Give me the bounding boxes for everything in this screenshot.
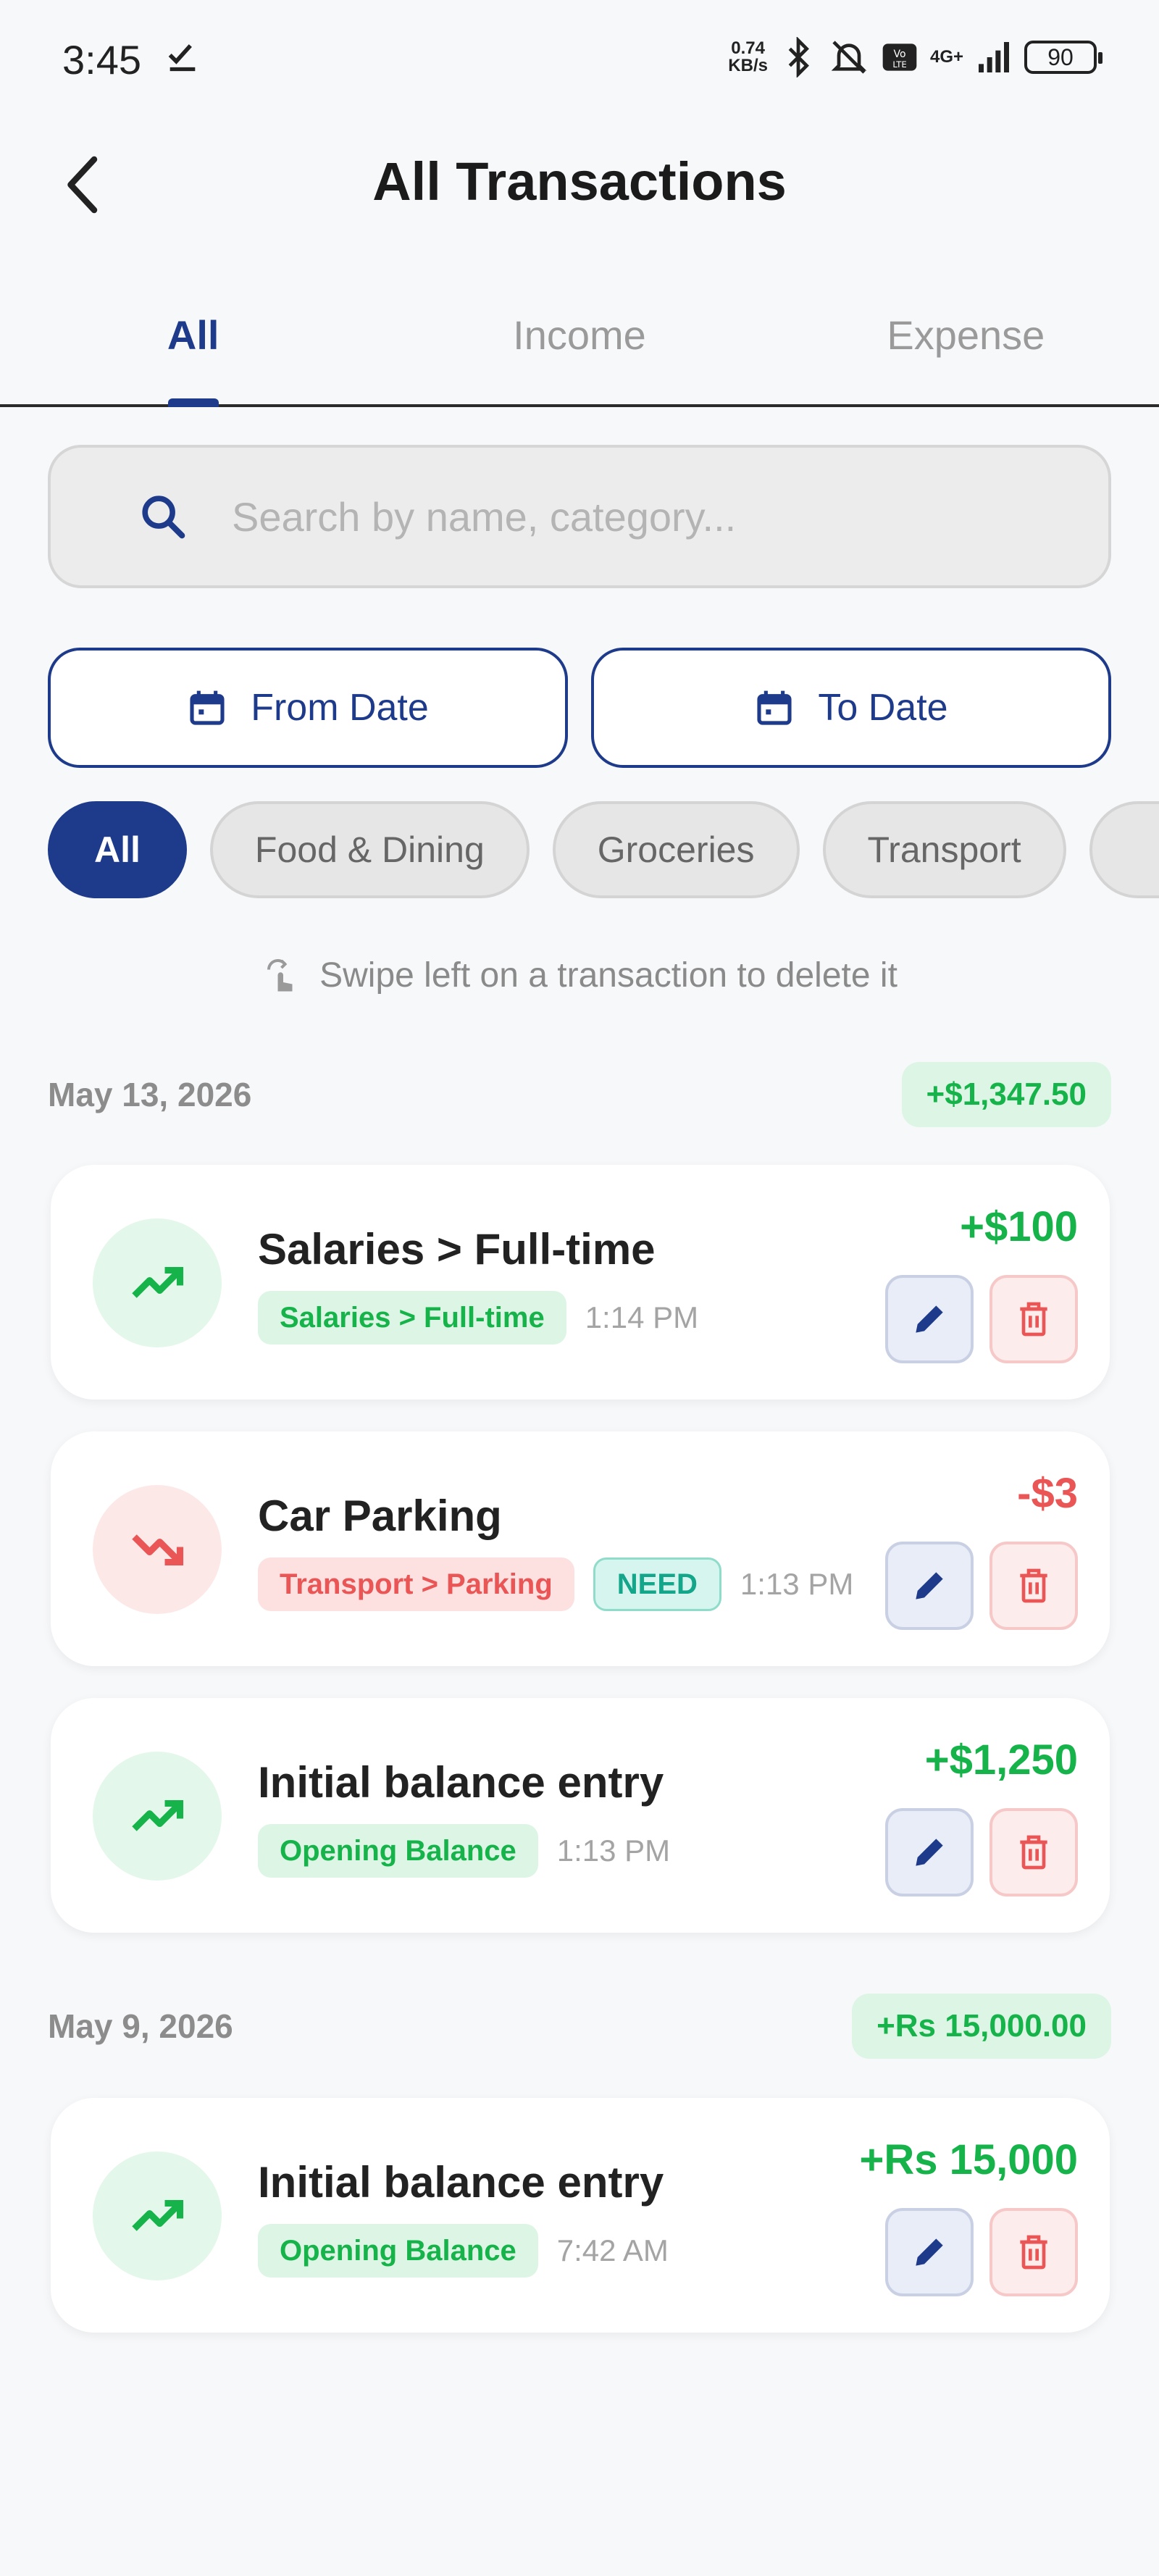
transaction-name: Car Parking <box>258 1492 502 1540</box>
search-bar[interactable] <box>48 445 1111 588</box>
bluetooth-icon <box>788 37 809 78</box>
transaction-meta: Transport > Parking NEED 1:13 PM <box>258 1557 853 1611</box>
search-icon <box>142 495 185 539</box>
transaction-meta: Salaries > Full-time 1:14 PM <box>258 1291 698 1345</box>
trash-icon <box>1020 1302 1047 1337</box>
transaction-name: Salaries > Full-time <box>258 1225 656 1274</box>
transaction-time: 1:13 PM <box>556 1833 671 1868</box>
edit-button[interactable] <box>885 1808 974 1897</box>
group-total-badge: +Rs 15,000.00 <box>852 1994 1111 2059</box>
category-chip-all[interactable]: All <box>48 801 187 898</box>
transaction-card[interactable]: Car Parking Transport > Parking NEED 1:1… <box>51 1431 1110 1666</box>
task-done-icon <box>168 44 196 72</box>
income-trend-icon <box>93 1752 222 1881</box>
transaction-amount: +Rs 15,000 <box>859 2136 1078 2183</box>
transaction-meta: Opening Balance 1:13 PM <box>258 1824 670 1878</box>
delete-button[interactable] <box>989 1808 1078 1897</box>
transaction-time: 1:13 PM <box>740 1567 854 1601</box>
category-filter-list: All Food & Dining Groceries Transport <box>48 801 1159 900</box>
transaction-name: Initial balance entry <box>258 1758 664 1807</box>
net-speed: 0.74 KB/s <box>728 38 768 75</box>
category-tag: Transport > Parking <box>258 1557 574 1611</box>
transaction-amount: +$100 <box>960 1203 1078 1250</box>
edit-button[interactable] <box>885 2208 974 2296</box>
to-date-label: To Date <box>818 687 948 729</box>
from-date-label: From Date <box>251 687 429 729</box>
pencil-icon <box>916 1305 943 1333</box>
category-tag: Opening Balance <box>258 2224 538 2278</box>
expense-trend-icon <box>93 1485 222 1614</box>
delete-button[interactable] <box>989 2208 1078 2296</box>
battery-icon: 90 <box>1024 41 1102 74</box>
transaction-card[interactable]: Salaries > Full-time Salaries > Full-tim… <box>51 1165 1110 1400</box>
tab-bar: All Income Expense <box>0 290 1159 407</box>
category-chip-more[interactable] <box>1089 801 1159 898</box>
signal-icon <box>979 42 1009 72</box>
group-total-badge: +$1,347.50 <box>901 1062 1111 1127</box>
need-tag: NEED <box>593 1557 721 1611</box>
swipe-hint-text: Swipe left on a transaction to delete it <box>319 955 898 995</box>
group-date: May 13, 2026 <box>48 1076 252 1113</box>
category-chip-transport[interactable]: Transport <box>822 801 1066 898</box>
calendar-icon <box>190 690 225 725</box>
income-trend-icon <box>93 2151 222 2280</box>
to-date-button[interactable]: To Date <box>591 648 1111 768</box>
network-type: 4G+ <box>929 47 963 67</box>
swipe-hand-icon <box>267 959 293 992</box>
trash-icon <box>1020 1568 1047 1603</box>
transaction-meta: Opening Balance 7:42 AM <box>258 2224 669 2278</box>
page-title: All Transactions <box>372 151 787 212</box>
calendar-icon <box>757 690 792 725</box>
category-tag: Opening Balance <box>258 1824 538 1878</box>
pencil-icon <box>916 1572 943 1599</box>
from-date-button[interactable]: From Date <box>48 648 568 768</box>
search-input[interactable] <box>232 493 1108 540</box>
svg-text:Vo: Vo <box>893 49 905 60</box>
silent-icon <box>831 41 867 74</box>
category-chip-groceries[interactable]: Groceries <box>552 801 800 898</box>
svg-text:LTE: LTE <box>892 59 906 70</box>
edit-button[interactable] <box>885 1275 974 1363</box>
pencil-icon <box>916 2238 943 2266</box>
transaction-amount: -$3 <box>1017 1470 1078 1517</box>
delete-button[interactable] <box>989 1275 1078 1363</box>
status-icons: 0.74 KB/s Vo LTE 4G+ 90 <box>728 32 1102 83</box>
transaction-time: 7:42 AM <box>556 2233 669 2267</box>
pencil-icon <box>916 1839 943 1866</box>
transaction-card[interactable]: Initial balance entry Opening Balance 1:… <box>51 1698 1110 1933</box>
transaction-card[interactable]: Initial balance entry Opening Balance 7:… <box>51 2098 1110 2333</box>
tab-all[interactable]: All <box>0 290 386 404</box>
category-tag: Salaries > Full-time <box>258 1291 566 1345</box>
transaction-time: 1:14 PM <box>585 1300 699 1334</box>
trash-icon <box>1020 2235 1047 2270</box>
delete-button[interactable] <box>989 1542 1078 1630</box>
tab-income[interactable]: Income <box>386 290 772 404</box>
transaction-amount: +$1,250 <box>924 1736 1078 1783</box>
status-bar: 3:45 0.74 KB/s Vo LTE 4G+ 90 <box>0 0 1159 116</box>
tab-expense[interactable]: Expense <box>773 290 1159 404</box>
income-trend-icon <box>93 1218 222 1347</box>
trash-icon <box>1020 1835 1047 1870</box>
transaction-name: Initial balance entry <box>258 2158 664 2207</box>
swipe-hint: Swipe left on a transaction to delete it <box>0 953 1159 997</box>
category-chip-food-dining[interactable]: Food & Dining <box>209 801 530 898</box>
group-date: May 9, 2026 <box>48 2007 233 2045</box>
edit-button[interactable] <box>885 1542 974 1630</box>
volte-icon: VoLTE <box>882 43 917 71</box>
status-time: 3:45 <box>62 37 141 83</box>
